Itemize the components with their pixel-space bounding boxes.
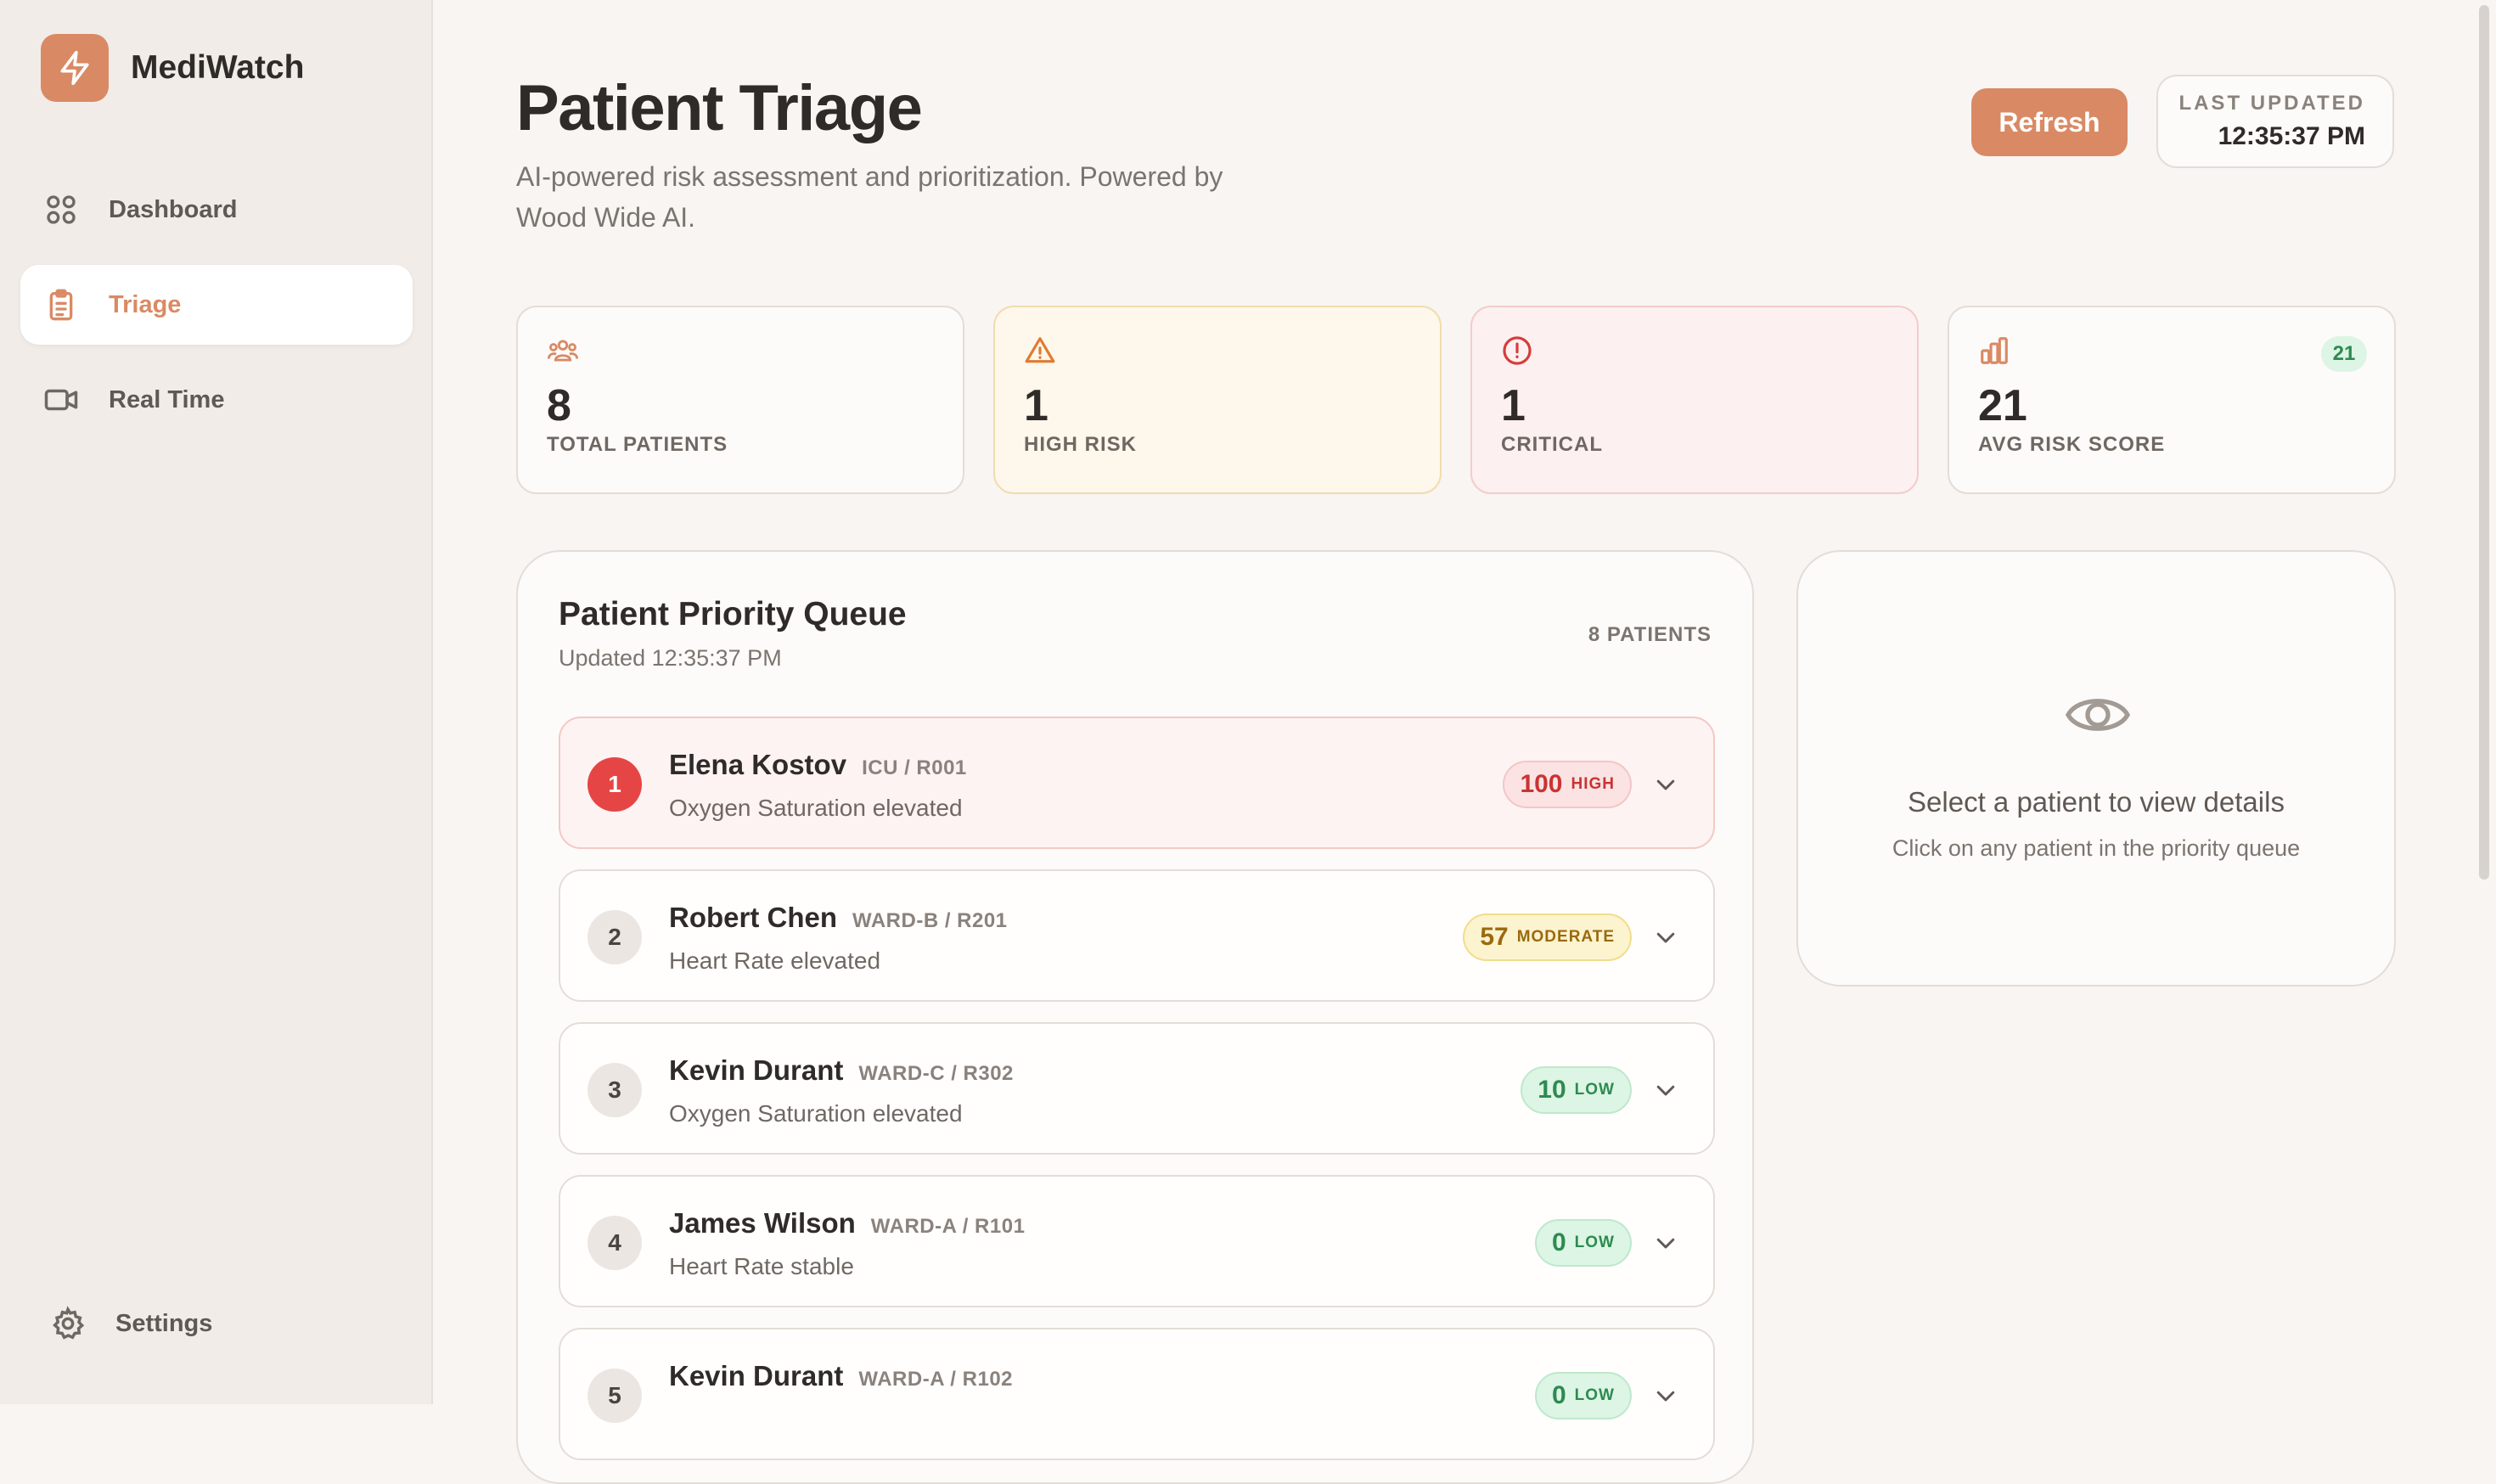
rank-badge: 3 [587,1063,642,1117]
alert-circle-icon [1501,334,1535,368]
risk-level: LOW [1574,1234,1615,1251]
risk-level: LOW [1574,1081,1615,1099]
brand[interactable]: MediWatch [41,34,304,102]
grid-icon [42,191,80,228]
stat-card-total-patients: 8 TOTAL PATIENTS [516,306,964,494]
chevron-down-icon[interactable] [1649,920,1683,954]
rank-badge: 5 [587,1369,642,1423]
patient-condition: Oxygen Saturation elevated [669,1100,963,1127]
risk-score: 10 [1538,1076,1566,1104]
video-icon [42,381,80,419]
risk-score: 0 [1551,1381,1566,1409]
patient-row[interactable]: 1 Elena Kostov ICU / R001 Oxygen Saturati… [559,717,1715,849]
patient-name: Kevin Durant [669,1054,844,1086]
patient-name: Elena Kostov [669,749,847,780]
chevron-down-icon[interactable] [1649,1226,1683,1260]
sidebar-item-real-time[interactable]: Real Time [20,360,413,440]
patient-details-panel: Select a patient to view details Click o… [1796,550,2396,987]
risk-badge: 10 LOW [1521,1066,1632,1114]
chevron-down-icon[interactable] [1649,1379,1683,1413]
patient-location: WARD-A / R102 [858,1368,1014,1391]
clipboard-icon [42,286,80,323]
details-placeholder-subtitle: Click on any patient in the priority que… [1892,835,2301,861]
risk-score: 100 [1520,770,1563,798]
gear-icon [49,1305,87,1342]
risk-badge: 57 MODERATE [1463,913,1632,961]
page-title: Patient Triage [516,72,923,144]
patient-row[interactable]: 4 James Wilson WARD-A / R101 Heart Rate s… [559,1175,1715,1307]
stat-value: 8 [547,381,571,430]
patient-location: WARD-A / R101 [870,1215,1026,1238]
brand-name: MediWatch [131,49,305,86]
sidebar-item-label: Dashboard [109,195,238,223]
bar-chart-icon [1978,334,2012,368]
stat-label: AVG RISK SCORE [1978,433,2166,456]
patient-name-line: Kevin Durant WARD-C / R302 [669,1054,1014,1087]
patient-condition: Oxygen Saturation elevated [669,795,963,821]
chevron-down-icon[interactable] [1649,1073,1683,1107]
rank-badge: 2 [587,910,642,964]
rank-badge: 4 [587,1216,642,1270]
main-content: Patient Triage AI-powered risk assessmen… [433,0,2496,1484]
patient-location: WARD-B / R201 [852,909,1008,932]
patient-row[interactable]: 5 Kevin Durant WARD-A / R102 0 LOW [559,1328,1715,1460]
queue-title: Patient Priority Queue [559,596,907,632]
chevron-down-icon[interactable] [1649,767,1683,801]
patient-condition: Heart Rate elevated [669,947,881,974]
risk-score: 0 [1551,1228,1566,1256]
risk-score: 57 [1480,923,1509,951]
sidebar-item-label: Real Time [109,385,225,413]
scrollbar-thumb[interactable] [2479,5,2489,880]
patient-name-line: Kevin Durant WARD-A / R102 [669,1360,1013,1392]
details-placeholder-title: Select a patient to view details [1908,786,2285,818]
eye-icon [2064,681,2132,749]
risk-badge: 0 LOW [1534,1372,1632,1419]
risk-level: HIGH [1571,775,1615,793]
stat-label: HIGH RISK [1024,433,1138,456]
patient-name-line: James Wilson WARD-A / R101 [669,1207,1025,1239]
patient-name: James Wilson [669,1207,856,1239]
last-updated-time: 12:35:37 PM [2218,122,2365,150]
page-subtitle: AI-powered risk assessment and prioritiz… [516,161,1223,233]
patient-name-line: Robert Chen WARD-B / R201 [669,902,1008,934]
patient-location: ICU / R001 [862,756,967,779]
patient-priority-queue: Patient Priority Queue Updated 12:35:37 … [516,550,1754,1484]
patient-row[interactable]: 2 Robert Chen WARD-B / R201 Heart Rate el… [559,869,1715,1002]
sidebar: MediWatch Dashboard Triage Real Time Set… [0,0,433,1404]
sidebar-item-dashboard[interactable]: Dashboard [20,170,413,250]
stat-card-high-risk: 1 HIGH RISK [993,306,1442,494]
risk-level: MODERATE [1516,928,1615,946]
stat-value: 21 [1978,381,2027,430]
sidebar-item-triage[interactable]: Triage [20,265,413,345]
stat-value: 1 [1501,381,1526,430]
warning-icon [1024,334,1058,368]
patient-name-line: Elena Kostov ICU / R001 [669,749,967,781]
stat-card-critical: 1 CRITICAL [1470,306,1919,494]
risk-level: LOW [1574,1386,1615,1404]
stat-card-avg-risk-score: 21 21 AVG RISK SCORE [1948,306,2396,494]
queue-updated: Updated 12:35:37 PM [559,645,782,671]
avg-score-badge: 21 [2321,336,2367,372]
queue-count: 8 PATIENTS [1588,623,1712,646]
stat-value: 1 [1024,381,1048,430]
risk-badge: 100 HIGH [1503,761,1632,808]
page-scrollbar[interactable] [2479,0,2493,883]
sidebar-item-settings[interactable]: Settings [27,1284,419,1363]
risk-badge: 0 LOW [1534,1219,1632,1267]
patient-name: Kevin Durant [669,1360,844,1391]
sidebar-item-label: Settings [115,1309,213,1337]
refresh-button[interactable]: Refresh [1971,88,2128,156]
users-icon [547,334,581,368]
patient-row[interactable]: 3 Kevin Durant WARD-C / R302 Oxygen Satur… [559,1022,1715,1155]
patient-condition: Heart Rate stable [669,1253,854,1279]
last-updated-label: LAST UPDATED [2178,92,2365,115]
patient-location: WARD-C / R302 [858,1062,1014,1085]
sidebar-item-label: Triage [109,290,182,318]
stat-label: CRITICAL [1501,433,1603,456]
rank-badge: 1 [587,757,642,812]
lightning-icon [41,34,109,102]
patient-name: Robert Chen [669,902,837,933]
last-updated-panel: LAST UPDATED 12:35:37 PM [2156,75,2394,168]
stat-label: TOTAL PATIENTS [547,433,728,456]
